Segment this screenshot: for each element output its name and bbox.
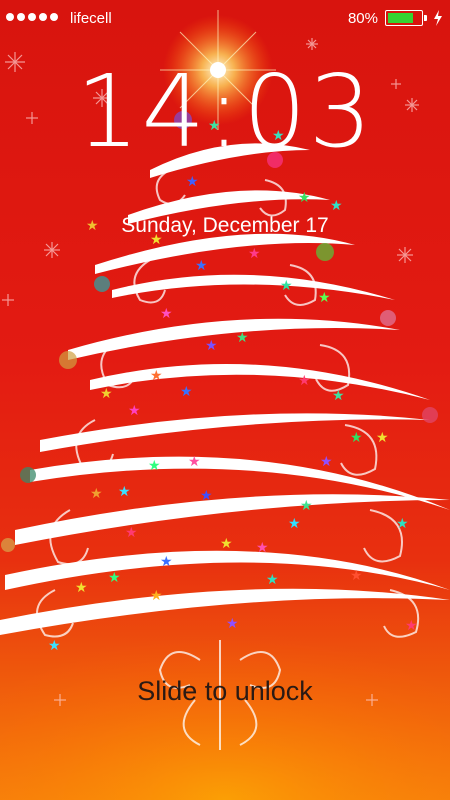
svg-text:★: ★ xyxy=(320,454,333,470)
svg-text:★: ★ xyxy=(332,388,345,404)
svg-text:★: ★ xyxy=(318,290,331,306)
svg-text:★: ★ xyxy=(75,580,88,596)
battery-percentage: 80% xyxy=(347,10,378,27)
svg-text:★: ★ xyxy=(256,540,269,556)
svg-text:★: ★ xyxy=(248,246,261,262)
svg-text:★: ★ xyxy=(298,373,311,389)
battery-tip xyxy=(424,15,427,21)
status-bar: lifecell 80% xyxy=(0,0,450,36)
carrier-name: lifecell xyxy=(70,10,112,27)
battery-icon xyxy=(385,10,423,26)
battery-level-fill xyxy=(388,13,413,23)
lock-screen: ★ ★ ★ ★ ★ ★ ★ ★ ★ ★ ★ ★ ★ ★ ★ ★ ★ ★ ★ ★ … xyxy=(0,0,450,800)
svg-text:★: ★ xyxy=(226,616,239,632)
svg-text:★: ★ xyxy=(160,306,173,322)
svg-text:★: ★ xyxy=(90,486,103,502)
svg-text:★: ★ xyxy=(188,454,201,470)
svg-text:★: ★ xyxy=(288,516,301,532)
svg-text:★: ★ xyxy=(150,368,163,384)
svg-text:★: ★ xyxy=(330,198,343,214)
svg-text:★: ★ xyxy=(100,386,113,402)
svg-text:★: ★ xyxy=(125,525,138,541)
charging-bolt-icon xyxy=(434,10,442,26)
svg-text:★: ★ xyxy=(298,190,311,206)
svg-text:★: ★ xyxy=(300,498,313,514)
svg-text:★: ★ xyxy=(266,572,279,588)
svg-text:★: ★ xyxy=(195,258,208,274)
svg-text:★: ★ xyxy=(186,174,199,190)
svg-text:★: ★ xyxy=(128,403,141,419)
svg-text:★: ★ xyxy=(376,430,389,446)
svg-text:★: ★ xyxy=(350,430,363,446)
slide-to-unlock[interactable]: Slide to unlock xyxy=(0,676,450,707)
svg-text:★: ★ xyxy=(180,384,193,400)
svg-text:★: ★ xyxy=(150,588,163,604)
svg-text:★: ★ xyxy=(350,568,363,584)
svg-text:★: ★ xyxy=(220,536,233,552)
svg-text:★: ★ xyxy=(160,554,173,570)
svg-text:★: ★ xyxy=(396,516,409,532)
svg-text:★: ★ xyxy=(405,618,418,634)
svg-text:★: ★ xyxy=(280,278,293,294)
signal-strength-icon xyxy=(6,13,58,21)
svg-text:★: ★ xyxy=(236,330,249,346)
svg-text:★: ★ xyxy=(148,458,161,474)
svg-text:★: ★ xyxy=(48,638,61,654)
clock-date: Sunday, December 17 xyxy=(121,214,329,237)
svg-text:★: ★ xyxy=(108,570,121,586)
svg-text:★: ★ xyxy=(200,488,213,504)
clock-time: 14:03 xyxy=(75,53,375,170)
svg-text:★: ★ xyxy=(118,484,131,500)
svg-text:★: ★ xyxy=(205,338,218,354)
